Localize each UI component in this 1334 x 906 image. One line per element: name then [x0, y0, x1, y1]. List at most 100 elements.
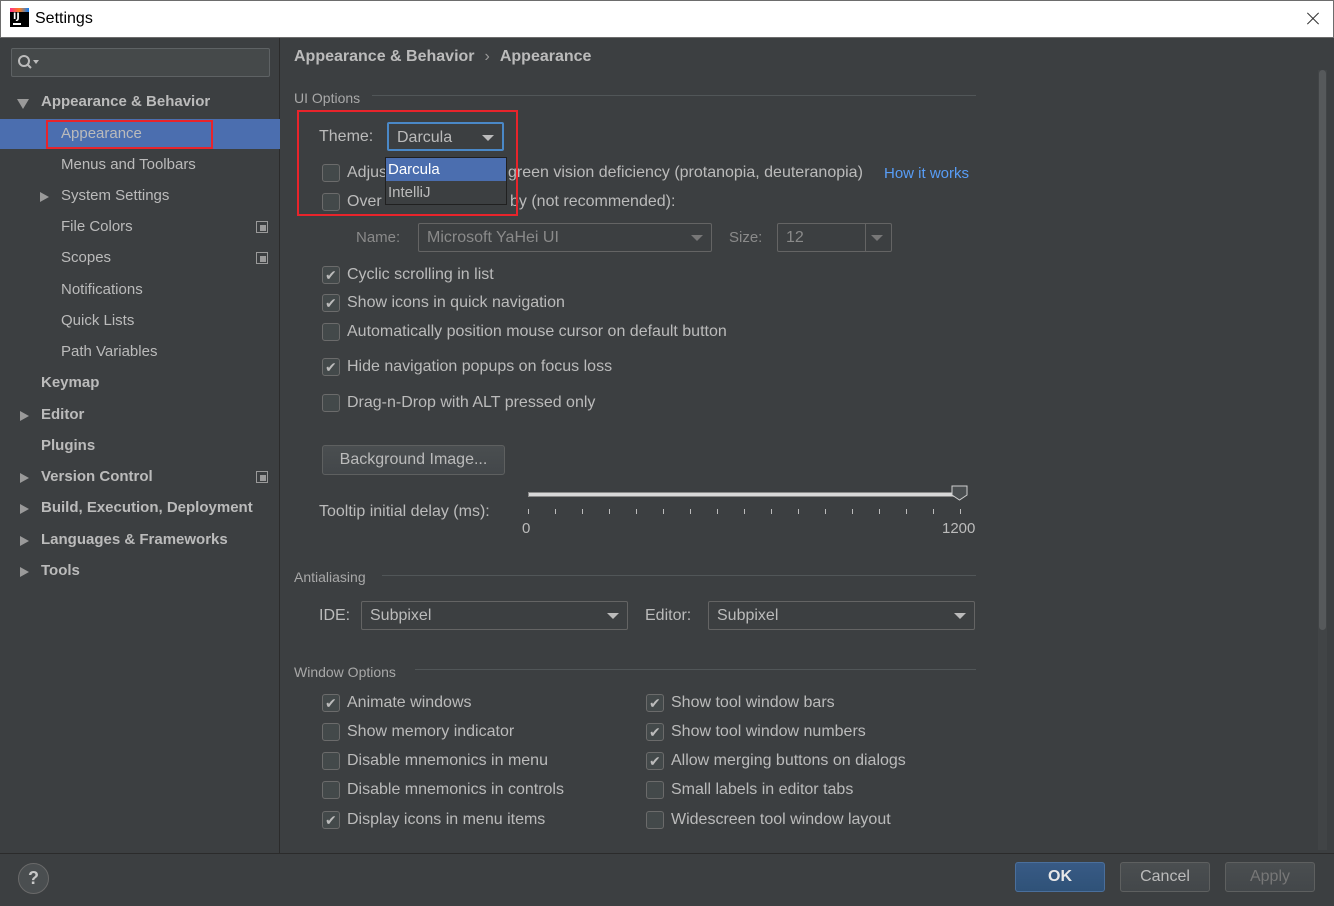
drag-n-drop-alt-checkbox-row[interactable]: Drag-n-Drop with ALT pressed only: [322, 391, 722, 415]
allow-merging-buttons-checkbox[interactable]: [646, 750, 664, 774]
sidebar-item-label: Version Control: [41, 468, 153, 485]
small-labels-editor-tabs-checkbox-row[interactable]: Small labels in editor tabs: [646, 778, 966, 802]
section-title-ui-options: UI Options: [294, 90, 361, 106]
adjust-colors-checkbox[interactable]: [322, 164, 340, 182]
background-image-button[interactable]: Background Image...: [322, 445, 505, 475]
sidebar-item-label: Quick Lists: [61, 312, 135, 329]
show-icons-quick-nav-checkbox[interactable]: [322, 292, 340, 316]
auto-position-cursor-checkbox[interactable]: [322, 323, 340, 341]
drag-n-drop-alt-checkbox[interactable]: [322, 394, 340, 412]
sidebar-item-system-settings[interactable]: System Settings: [0, 181, 280, 211]
show-tool-window-numbers-checkbox[interactable]: [646, 721, 664, 745]
tooltip-min-label: 0: [522, 520, 531, 537]
sidebar-item-appearance-behavior[interactable]: Appearance & Behavior: [0, 87, 280, 117]
window-title: Settings: [35, 10, 93, 27]
tooltip-delay-slider[interactable]: [528, 492, 962, 497]
override-fonts-checkbox-row[interactable]: Over by (not recommended):: [322, 190, 702, 214]
auto-position-cursor-checkbox-row[interactable]: Automatically position mouse cursor on d…: [322, 320, 822, 344]
sidebar-item-quick-lists[interactable]: Quick Lists: [0, 306, 280, 336]
breadcrumb-parent[interactable]: Appearance & Behavior: [294, 48, 475, 65]
chevron-down-icon: [954, 613, 966, 619]
show-tool-window-bars-checkbox[interactable]: [646, 692, 664, 716]
editor-antialiasing-select[interactable]: Subpixel: [708, 601, 975, 630]
animate-windows-checkbox-row[interactable]: Animate windows: [322, 691, 622, 716]
display-icons-menu-checkbox[interactable]: [322, 809, 340, 833]
apply-button[interactable]: Apply: [1225, 862, 1315, 892]
editor-antialiasing-label: Editor:: [645, 607, 692, 624]
slider-tick: [717, 509, 718, 514]
disable-mnemonics-controls-checkbox[interactable]: [322, 781, 340, 799]
display-icons-menu-checkbox-row[interactable]: Display icons in menu items: [322, 808, 622, 833]
theme-select[interactable]: Darcula: [387, 122, 504, 151]
override-fonts-label-end: by (not recommended):: [510, 193, 676, 210]
theme-option-intellij[interactable]: IntelliJ: [386, 181, 506, 204]
animate-windows-checkbox[interactable]: [322, 692, 340, 716]
checkbox-label: Show tool window bars: [671, 694, 835, 711]
slider-tick: [636, 509, 637, 514]
editor-antialiasing-value: Subpixel: [717, 607, 779, 624]
sidebar-item-file-colors[interactable]: File Colors: [0, 212, 280, 242]
chevron-right-icon: [20, 567, 29, 577]
sidebar-item-label: Plugins: [41, 437, 96, 454]
close-icon[interactable]: [1298, 4, 1328, 34]
hide-nav-popups-checkbox[interactable]: [322, 356, 340, 380]
cyclic-scrolling-checkbox-row[interactable]: Cyclic scrolling in list: [322, 263, 722, 288]
theme-option-darcula[interactable]: Darcula: [386, 158, 506, 181]
sidebar-item-path-variables[interactable]: Path Variables: [0, 337, 280, 367]
sidebar-item-keymap[interactable]: Keymap: [0, 368, 280, 398]
show-icons-quick-nav-checkbox-row[interactable]: Show icons in quick navigation: [322, 291, 722, 316]
widescreen-layout-checkbox-row[interactable]: Widescreen tool window layout: [646, 808, 966, 832]
sidebar-item-label: Appearance & Behavior: [41, 93, 211, 110]
divider: [372, 95, 976, 96]
show-memory-indicator-checkbox-row[interactable]: Show memory indicator: [322, 720, 622, 744]
checkbox-label: Show memory indicator: [347, 723, 515, 740]
checkbox-label: Automatically position mouse cursor on d…: [347, 323, 727, 340]
sidebar-item-label: File Colors: [61, 218, 133, 235]
sidebar-item-appearance[interactable]: Appearance: [0, 119, 280, 149]
how-it-works-link[interactable]: How it works: [884, 165, 969, 182]
checkbox-label: Show tool window numbers: [671, 723, 866, 740]
disable-mnemonics-controls-checkbox-row[interactable]: Disable mnemonics in controls: [322, 778, 622, 802]
scrollbar-thumb[interactable]: [1319, 70, 1326, 630]
font-size-select[interactable]: 12: [777, 223, 892, 252]
cancel-button[interactable]: Cancel: [1120, 862, 1210, 892]
override-fonts-checkbox[interactable]: [322, 193, 340, 211]
sidebar-item-version-control[interactable]: Version Control: [0, 462, 280, 492]
show-tool-window-bars-checkbox-row[interactable]: Show tool window bars: [646, 691, 966, 716]
sidebar-item-scopes[interactable]: Scopes: [0, 243, 280, 273]
disable-mnemonics-menu-checkbox-row[interactable]: Disable mnemonics in menu: [322, 749, 622, 773]
ok-button[interactable]: OK: [1015, 862, 1105, 892]
checkbox-label: Cyclic scrolling in list: [347, 266, 494, 283]
cyclic-scrolling-checkbox[interactable]: [322, 264, 340, 288]
sidebar-item-tools[interactable]: Tools: [0, 556, 280, 586]
chevron-down-icon: [691, 235, 703, 241]
slider-thumb[interactable]: [951, 485, 968, 501]
ide-antialiasing-select[interactable]: Subpixel: [361, 601, 628, 630]
font-name-select[interactable]: Microsoft YaHei UI: [418, 223, 712, 252]
sidebar-item-editor[interactable]: Editor: [0, 400, 280, 430]
allow-merging-buttons-checkbox-row[interactable]: Allow merging buttons on dialogs: [646, 749, 966, 774]
show-memory-indicator-checkbox[interactable]: [322, 723, 340, 741]
sidebar-item-menus-toolbars[interactable]: Menus and Toolbars: [0, 150, 280, 180]
checkbox-label: Show icons in quick navigation: [347, 294, 565, 311]
sidebar-item-label: Languages & Frameworks: [41, 531, 228, 548]
chevron-right-icon: [20, 536, 29, 546]
show-tool-window-numbers-checkbox-row[interactable]: Show tool window numbers: [646, 720, 966, 745]
disable-mnemonics-menu-checkbox[interactable]: [322, 752, 340, 770]
slider-tick: [528, 509, 529, 514]
checkbox-label: Animate windows: [347, 694, 472, 711]
sidebar-item-notifications[interactable]: Notifications: [0, 275, 280, 305]
hide-nav-popups-checkbox-row[interactable]: Hide navigation popups on focus loss: [322, 355, 722, 380]
help-button[interactable]: ?: [18, 863, 49, 894]
widescreen-layout-checkbox[interactable]: [646, 811, 664, 829]
slider-tick: [852, 509, 853, 514]
sidebar-item-build-execution-deployment[interactable]: Build, Execution, Deployment: [0, 493, 280, 523]
settings-search-input[interactable]: [11, 48, 270, 77]
slider-tick: [609, 509, 610, 514]
theme-dropdown-popup: Darcula IntelliJ: [385, 157, 507, 205]
sidebar-item-plugins[interactable]: Plugins: [0, 431, 280, 461]
small-labels-editor-tabs-checkbox[interactable]: [646, 781, 664, 799]
checkbox-label: Disable mnemonics in controls: [347, 781, 564, 798]
slider-tick: [825, 509, 826, 514]
sidebar-item-languages-frameworks[interactable]: Languages & Frameworks: [0, 525, 280, 555]
